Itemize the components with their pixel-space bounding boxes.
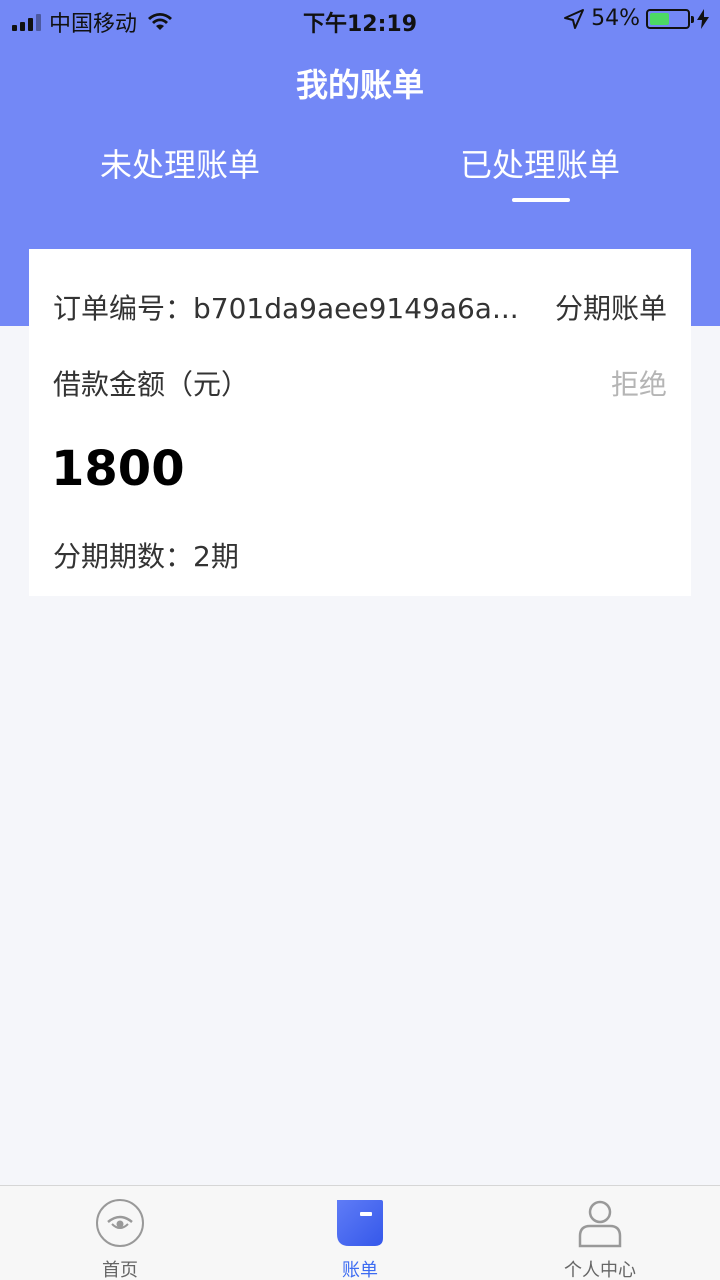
status-badge: 拒绝 [610,368,667,401]
status-right: 54% [563,6,710,31]
installment-periods: 分期期数：2期 [53,540,239,573]
status-bar: 中国移动 下午12:19 54% [0,0,720,40]
bill-icon [337,1200,383,1246]
bill-type: 分期账单 [554,292,667,325]
bill-card-header: 订单编号：b701da9aee9149a6a... 分期账单 [53,287,667,327]
nav-item-profile[interactable]: 个人中心 [480,1186,720,1280]
amount-row: 借款金额（元） 拒绝 [53,363,667,403]
bill-tabs: 未处理账单 已处理账单 [0,140,720,210]
bottom-nav: 首页 账单 个人中心 [0,1185,720,1280]
nav-label-bill: 账单 [342,1260,378,1280]
loan-amount: 1800 [51,441,185,497]
tab-processed-label: 已处理账单 [459,146,620,184]
person-icon [578,1200,622,1248]
home-eye-icon [96,1199,144,1247]
tab-processed[interactable]: 已处理账单 [360,140,720,202]
order-number: 订单编号：b701da9aee9149a6a... [53,292,519,325]
nav-label-profile: 个人中心 [564,1260,636,1280]
battery-icon [646,8,694,29]
battery-percent: 54% [591,6,640,31]
charging-bolt-icon [697,8,709,29]
amount-label: 借款金额（元） [53,368,250,401]
screen: 中国移动 下午12:19 54% 我的账单 未处理账单 已处理账单 订单编号：b… [0,0,720,1280]
bill-card[interactable]: 订单编号：b701da9aee9149a6a... 分期账单 借款金额（元） 拒… [29,249,691,596]
tab-unprocessed[interactable]: 未处理账单 [0,140,360,186]
nav-item-bill[interactable]: 账单 [240,1186,480,1280]
nav-label-home: 首页 [102,1260,138,1280]
page-title: 我的账单 [295,66,424,104]
active-tab-indicator [512,198,570,202]
nav-item-home[interactable]: 首页 [0,1186,240,1280]
location-arrow-icon [564,8,585,29]
